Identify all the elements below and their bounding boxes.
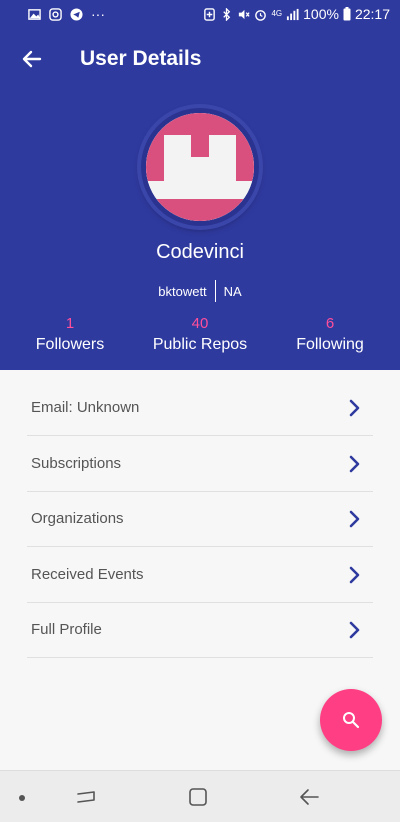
recent-apps-icon[interactable]	[74, 785, 98, 809]
more-notifications: ···	[91, 6, 105, 22]
list-item-full-profile[interactable]: Full Profile	[27, 602, 373, 658]
user-meta: bktowett NA	[0, 280, 400, 302]
list-item-subscriptions[interactable]: Subscriptions	[27, 436, 373, 492]
list-item-label: Subscriptions	[31, 455, 122, 472]
battery-saver-icon	[204, 7, 216, 21]
followers-label: Followers	[35, 336, 105, 353]
nav-hint-dot	[19, 795, 25, 801]
user-location: NA	[223, 283, 242, 299]
status-bar: ··· 4G 100% 22:17	[0, 0, 400, 28]
followers-stat[interactable]: 1 Followers	[20, 315, 120, 354]
followers-count: 1	[65, 315, 75, 332]
following-stat[interactable]: 6 Following	[280, 315, 380, 354]
battery-icon	[343, 7, 351, 21]
chevron-right-icon	[349, 566, 360, 583]
back-nav-icon[interactable]	[298, 785, 322, 809]
following-count: 6	[325, 315, 335, 332]
app-bar: User Details	[0, 28, 400, 90]
network-type: 4G	[271, 9, 283, 18]
identicon-image	[146, 113, 254, 221]
following-label: Following	[296, 336, 364, 353]
list-item-organizations[interactable]: Organizations	[27, 491, 373, 547]
search-icon	[343, 712, 360, 729]
instagram-icon	[49, 7, 62, 21]
battery-percent: 100%	[303, 6, 339, 22]
public-repos-count: 40	[191, 315, 209, 332]
status-notifications: ···	[28, 6, 105, 22]
back-button[interactable]	[12, 39, 52, 79]
list-item-label: Full Profile	[31, 621, 102, 638]
search-fab-button[interactable]	[320, 689, 382, 751]
bluetooth-icon	[223, 7, 231, 21]
chevron-right-icon	[349, 510, 360, 527]
user-name: Codevinci	[156, 241, 244, 263]
meta-divider	[214, 280, 216, 302]
avatar[interactable]	[141, 108, 259, 226]
user-login: bktowett	[158, 283, 207, 299]
status-system: 4G 100% 22:17	[203, 6, 390, 22]
mute-icon	[239, 9, 251, 19]
list-item-label: Organizations	[31, 510, 124, 527]
list-item-label: Email: Unknown	[31, 399, 140, 416]
profile-header: Codevinci bktowett NA 1 Followers 40 Pub…	[0, 90, 400, 370]
list-item-received-events[interactable]: Received Events	[27, 547, 373, 603]
arrow-left-icon	[22, 50, 42, 68]
system-nav-bar	[0, 770, 400, 822]
public-repos-stat[interactable]: 40 Public Repos	[150, 315, 250, 354]
telegram-icon	[70, 7, 83, 21]
gallery-icon	[28, 8, 41, 20]
home-icon[interactable]	[186, 785, 210, 809]
public-repos-label: Public Repos	[152, 336, 248, 353]
chevron-right-icon	[349, 455, 360, 472]
alarm-icon	[255, 9, 267, 21]
page-title: User Details	[80, 47, 202, 70]
list-item-label: Received Events	[31, 566, 144, 583]
chevron-right-icon	[349, 621, 360, 638]
signal-icon	[287, 8, 299, 20]
clock: 22:17	[354, 6, 390, 22]
chevron-right-icon	[349, 399, 360, 416]
list-item-email[interactable]: Email: Unknown	[27, 380, 373, 436]
